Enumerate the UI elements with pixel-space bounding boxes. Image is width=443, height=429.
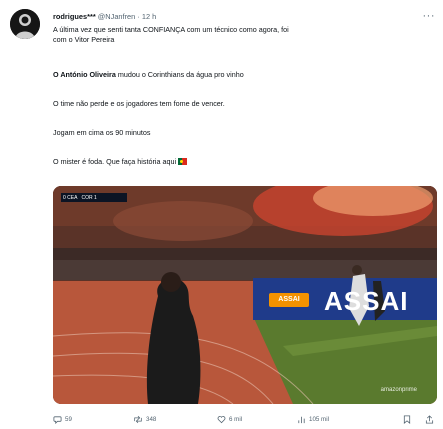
tweet-paragraph-3: Jogam em cima os 90 minutos — [53, 128, 151, 137]
views-chart-icon — [298, 416, 305, 423]
ad-board-text: ASSAI — [324, 286, 409, 316]
tweet-text-line-2: com o Vitor Pereira — [53, 35, 115, 44]
retweet-count: 348 — [146, 415, 157, 423]
more-options-icon[interactable]: ··· — [423, 9, 436, 23]
tweet-paragraph-2: O time não perde e os jogadores tem fome… — [53, 99, 225, 108]
tweet-header: rodrigues*** @NJanfren · 12 h ··· — [53, 10, 435, 24]
ad-logo: ASSAI — [269, 293, 309, 307]
share-icon — [425, 414, 434, 424]
tweet-time[interactable]: 12 h — [142, 12, 156, 21]
tweet-media-image[interactable]: 0 CEA COR 1 ASSAI ASSAI amazonprime — [53, 186, 437, 404]
views-count: 105 mil — [309, 415, 329, 423]
share-button[interactable] — [425, 413, 434, 425]
score-away: COR 1 — [81, 194, 97, 201]
author-handle[interactable]: @NJanfren — [98, 12, 136, 21]
reply-button[interactable]: 59 — [53, 413, 72, 425]
paragraph-4-text: O mister é foda. Que faça história aqui — [53, 157, 177, 166]
like-count: 6 mil — [229, 415, 243, 423]
separator-dot: · — [137, 12, 140, 21]
tweet-actions: 59 348 6 mil 105 mil — [53, 413, 438, 425]
reply-icon — [53, 415, 62, 424]
tweet-text-line-1: A última vez que senti tanta CONFIANÇA c… — [53, 25, 289, 34]
avatar[interactable] — [10, 9, 40, 39]
bookmark-icon — [403, 414, 411, 424]
coach-name: O António Oliveira — [53, 70, 116, 79]
portugal-flag-icon — [178, 158, 188, 165]
heart-icon — [217, 415, 226, 423]
author-name[interactable]: rodrigues*** — [53, 12, 96, 21]
retweet-icon — [134, 415, 142, 423]
paragraph-1-rest: mudou o Corinthians da água pro vinho — [115, 70, 244, 79]
scoreboard: 0 CEA COR 1 — [61, 193, 127, 202]
tweet-paragraph-1: O António Oliveira mudou o Corinthians d… — [53, 70, 244, 79]
views-button[interactable]: 105 mil — [297, 413, 329, 425]
broadcast-watermark: amazonprime — [380, 387, 417, 393]
tweet[interactable]: rodrigues*** @NJanfren · 12 h ··· A últi… — [0, 0, 443, 429]
reply-count: 59 — [65, 415, 72, 423]
like-button[interactable]: 6 mil — [217, 413, 242, 425]
tweet-paragraph-4: O mister é foda. Que faça história aqui — [53, 157, 188, 166]
retweet-button[interactable]: 348 — [133, 413, 156, 425]
bookmark-button[interactable] — [403, 413, 411, 425]
score-home: 0 CEA — [63, 194, 78, 201]
